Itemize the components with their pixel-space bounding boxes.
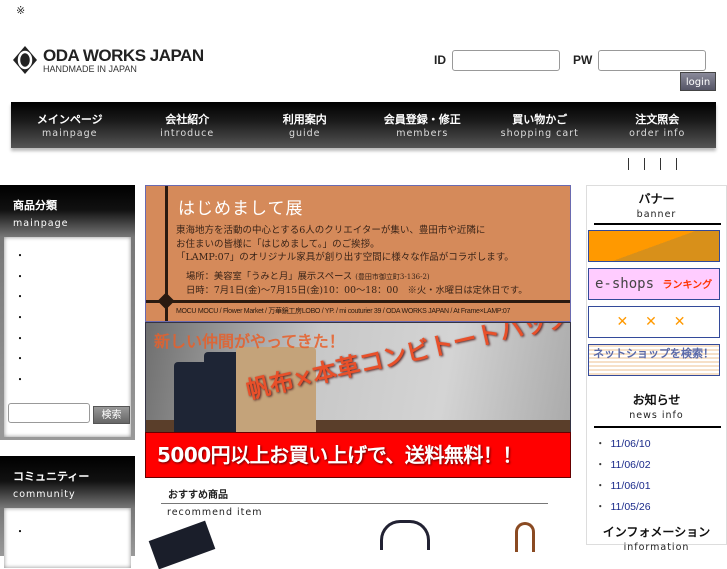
- id-label: ID: [434, 53, 446, 67]
- nav-label: 注文照会: [635, 113, 680, 126]
- news-date[interactable]: 11/06/10: [611, 438, 651, 450]
- nav-sublabel: introduce: [160, 128, 215, 139]
- divider: [594, 223, 721, 225]
- info-title: インフォメーション: [602, 525, 711, 539]
- event-address: (豊田市御立町3-136-2): [355, 273, 430, 281]
- news-title: お知らせ: [632, 393, 681, 407]
- category-item[interactable]: ・: [4, 268, 131, 289]
- diamond-icon: [157, 292, 175, 310]
- logo[interactable]: ODA WORKS JAPAN HANDMADE IN JAPAN: [12, 45, 204, 75]
- divider: [594, 426, 721, 428]
- recommend-title: おすすめ商品: [168, 490, 228, 501]
- bag-banner[interactable]: 新しい仲間がやってきた！ 帆布×本革コンビトートバッグ: [145, 322, 571, 433]
- nav-guide[interactable]: 利用案内 guide: [246, 102, 364, 148]
- search-button[interactable]: 検索: [93, 406, 130, 424]
- nav-label: 会社紹介: [165, 113, 210, 126]
- main-nav: メインページ mainpage 会社紹介 introduce 利用案内 guide 会…: [11, 102, 716, 148]
- news-date[interactable]: 11/06/02: [611, 459, 651, 471]
- nav-sublabel: members: [396, 128, 449, 139]
- event-line: 東海地方を活動の中心とする6人のクリエイターが集い、豊田市や近隣に: [176, 225, 486, 236]
- event-title: はじめまして展: [178, 199, 304, 219]
- event-details: 場所：美容室「うみと月」展示スペース (豊田市御立町3-136-2) 日時：7月…: [186, 270, 528, 298]
- community-item[interactable]: ・: [4, 523, 131, 544]
- divider: [676, 158, 677, 170]
- news-item[interactable]: ・ 11/05/26: [595, 499, 651, 514]
- event-date: 日時：7月1日(金)～7月15日(金)10：00～18：00 ※火・水曜日は定休…: [186, 285, 528, 296]
- nav-introduce[interactable]: 会社紹介 introduce: [129, 102, 247, 148]
- news-date[interactable]: 11/06/01: [611, 480, 651, 492]
- product-image[interactable]: [515, 522, 535, 552]
- community-list: ・: [4, 508, 131, 568]
- event-banner[interactable]: はじめまして展 東海地方を活動の中心とする6人のクリエイターが集い、豊田市や近隣…: [145, 185, 571, 322]
- logo-diamond-icon: [13, 46, 37, 74]
- category-item[interactable]: ・: [4, 309, 131, 330]
- news-item[interactable]: ・ 11/06/10: [595, 436, 651, 451]
- login-button[interactable]: login: [680, 72, 716, 91]
- community-subtitle: community: [13, 489, 76, 500]
- category-item[interactable]: ・: [4, 330, 131, 351]
- info-subtitle: information: [623, 542, 690, 553]
- nav-shopping-cart[interactable]: 買い物かご shopping cart: [481, 102, 599, 148]
- event-place: 場所：美容室「うみと月」展示スペース: [186, 271, 353, 282]
- top-mark: ※: [16, 4, 26, 17]
- banner-title: バナー: [638, 192, 675, 206]
- divider: [644, 158, 645, 170]
- ranking-text: ランキング: [662, 280, 713, 291]
- nav-sublabel: order info: [629, 128, 686, 139]
- event-line: お住まいの皆様に「はじめまして。」のご挨拶。: [176, 238, 380, 250]
- category-item[interactable]: ・: [4, 247, 131, 268]
- bag-headline: 新しい仲間がやってきた！: [154, 332, 345, 351]
- category-subtitle: mainpage: [13, 218, 69, 229]
- category-item[interactable]: ・: [4, 350, 131, 371]
- pw-label: PW: [573, 53, 593, 67]
- banner-link-1[interactable]: [588, 230, 720, 262]
- category-item[interactable]: ・: [4, 371, 131, 392]
- recommend-subtitle: recommend item: [167, 507, 263, 518]
- decor-line: [146, 300, 570, 303]
- eshops-text: e-shops: [595, 276, 655, 292]
- netshop-search-banner[interactable]: ネットショップを検索！: [588, 344, 720, 376]
- news-item[interactable]: ・ 11/06/02: [595, 457, 651, 472]
- event-line: 「LAMP:07」のオリジナル家具が創り出す空間に様々な作品がコラボします。: [176, 252, 514, 263]
- nav-order-info[interactable]: 注文照会 order info: [599, 102, 717, 148]
- news-item[interactable]: ・ 11/06/01: [595, 478, 651, 493]
- pw-input[interactable]: [598, 50, 706, 71]
- news-subtitle: news info: [629, 410, 684, 421]
- nav-label: 買い物かご: [512, 113, 568, 126]
- id-input[interactable]: [452, 50, 560, 71]
- divider: [161, 503, 548, 504]
- free-shipping-banner[interactable]: 5000円以上お買い上げで、送料無料！！: [145, 432, 571, 478]
- nav-label: 会員登録・修正: [383, 113, 461, 126]
- nav-sublabel: shopping cart: [500, 128, 579, 139]
- nav-label: 利用案内: [282, 113, 327, 126]
- search-input[interactable]: [8, 403, 90, 423]
- logo-subtitle: HANDMADE IN JAPAN: [43, 63, 137, 74]
- banner-link-3[interactable]: ✕ ✕ ✕: [588, 306, 720, 338]
- banner-subtitle: banner: [636, 209, 677, 220]
- nav-label: メインページ: [36, 113, 103, 126]
- community-title: コミュニティー: [13, 470, 90, 483]
- nav-members[interactable]: 会員登録・修正 members: [364, 102, 482, 148]
- product-image[interactable]: [380, 520, 430, 550]
- category-panel: 商品分類 mainpage ・ ・ ・ ・ ・ ・ ・: [0, 185, 135, 440]
- category-title: 商品分類: [13, 199, 57, 212]
- nav-mainpage[interactable]: メインページ mainpage: [11, 102, 129, 148]
- sub-links: [628, 158, 677, 170]
- logo-title: ODA WORKS JAPAN: [43, 45, 204, 65]
- nav-sublabel: mainpage: [42, 128, 98, 139]
- divider: [628, 158, 629, 170]
- divider: [660, 158, 661, 170]
- eshops-ranking-banner[interactable]: e-shops ランキング: [588, 268, 720, 300]
- community-panel: コミュニティー community ・: [0, 456, 135, 568]
- event-description: 東海地方を活動の中心とする6人のクリエイターが集い、豊田市や近隣に お住まいの皆…: [176, 224, 514, 265]
- nav-sublabel: guide: [288, 128, 321, 139]
- category-item[interactable]: ・: [4, 288, 131, 309]
- news-date[interactable]: 11/05/26: [611, 501, 651, 513]
- event-participants: MOCU MOCU / Flower Market / 万華鏡工房LOBO / …: [176, 308, 511, 315]
- right-sidebar: バナー banner e-shops ランキング ✕ ✕ ✕ ネットショップを検索…: [586, 185, 727, 553]
